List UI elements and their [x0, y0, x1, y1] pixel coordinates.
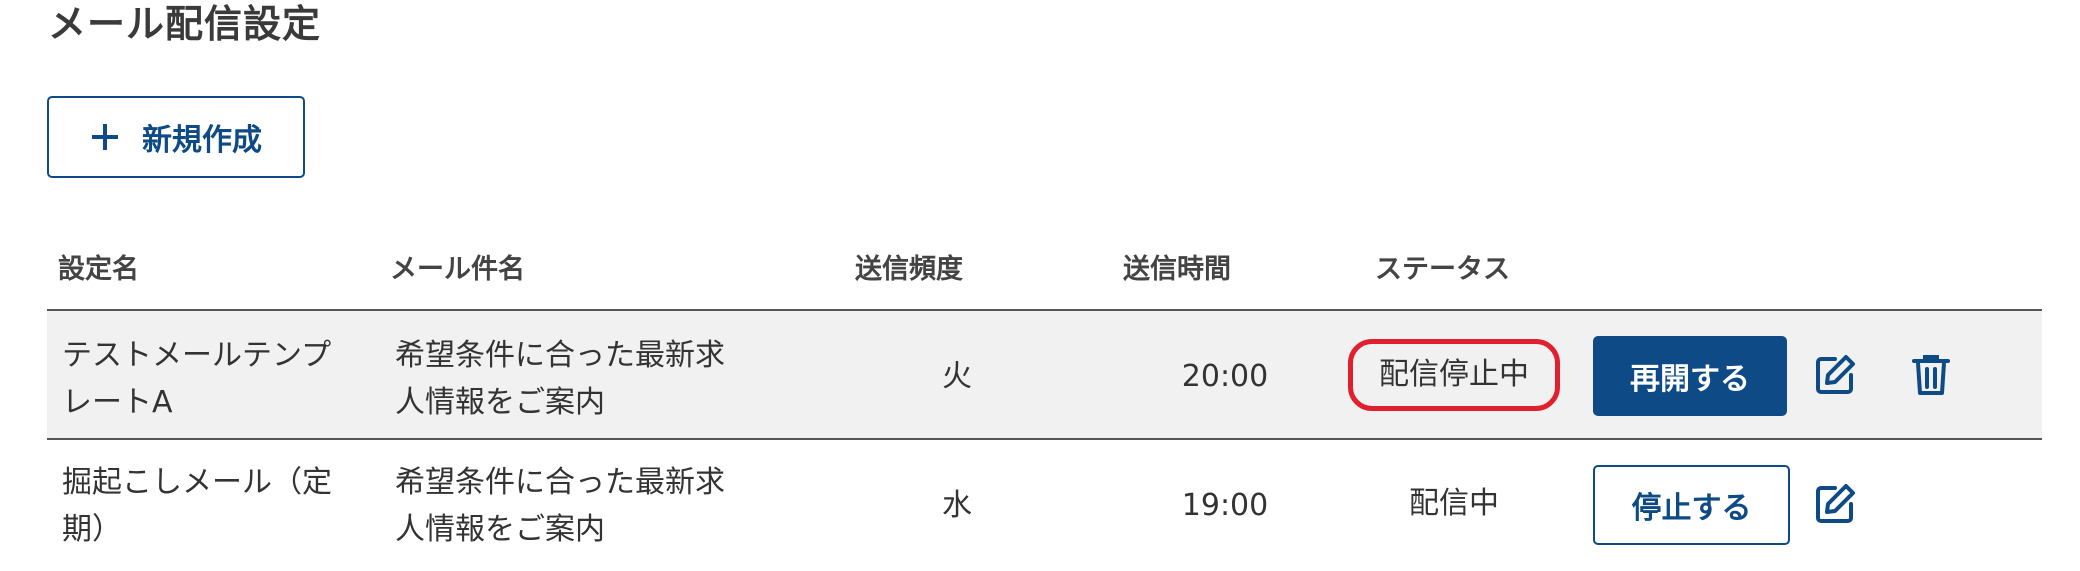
header-frequency: 送信頻度 [855, 254, 963, 285]
row-name-line: テストメールテンプ [62, 338, 332, 373]
row-name-line: 掘起こしメール（定 [62, 465, 332, 500]
resume-button[interactable]: 再開する [1593, 336, 1787, 416]
stop-button[interactable]: 停止する [1593, 465, 1790, 545]
header-time: 送信時間 [1123, 254, 1231, 285]
row-name: テストメールテンプ レートA [62, 332, 362, 426]
table-row: テストメールテンプ レートA 希望条件に合った最新求 人情報をご案内 火 20:… [47, 309, 2042, 440]
table-row: 掘起こしメール（定 期） 希望条件に合った最新求 人情報をご案内 水 19:00… [47, 441, 2042, 571]
row-frequency: 火 [942, 359, 972, 394]
new-create-label: 新規作成 [142, 123, 262, 158]
row-name-line: レートA [62, 385, 173, 420]
row-name-line: 期） [62, 512, 122, 547]
status-badge: 配信停止中 [1348, 339, 1560, 411]
edit-icon[interactable] [1813, 353, 1857, 397]
row-frequency: 水 [942, 488, 972, 523]
plus-icon [92, 124, 118, 150]
row-subject: 希望条件に合った最新求 人情報をご案内 [395, 459, 775, 553]
status-cell: 配信中 [1329, 468, 1579, 540]
header-name: 設定名 [58, 254, 139, 285]
row-subject-line: 人情報をご案内 [395, 512, 605, 547]
new-create-button[interactable]: 新規作成 [47, 96, 305, 178]
trash-icon[interactable] [1909, 353, 1953, 397]
edit-icon[interactable] [1813, 482, 1857, 526]
row-subject-line: 希望条件に合った最新求 [395, 465, 725, 500]
row-name: 掘起こしメール（定 期） [62, 459, 362, 553]
header-status: ステータス [1375, 254, 1510, 285]
row-subject: 希望条件に合った最新求 人情報をご案内 [395, 332, 775, 426]
status-badge: 配信中 [1409, 486, 1499, 521]
row-subject-line: 希望条件に合った最新求 [395, 338, 725, 373]
header-subject: メール件名 [390, 254, 525, 285]
page-title: メール配信設定 [48, 2, 322, 46]
row-subject-line: 人情報をご案内 [395, 385, 605, 420]
status-cell: 配信停止中 [1329, 339, 1579, 411]
